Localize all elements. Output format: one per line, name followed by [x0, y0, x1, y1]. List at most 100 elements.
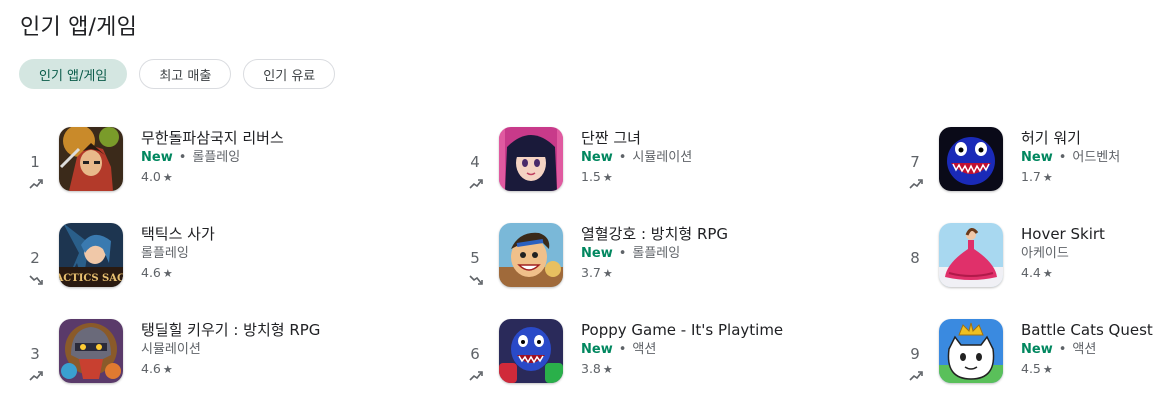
rating-value: 3.8 [581, 361, 601, 376]
app-category: 아케이드 [1021, 246, 1069, 261]
rating-value: 3.7 [581, 265, 601, 280]
rank-number: 8 [910, 249, 920, 267]
separator-dot: • [618, 342, 627, 357]
rank-number: 6 [470, 345, 480, 363]
app-name[interactable]: 택틱스 사가 [141, 224, 215, 244]
app-meta: New • 롤플레잉 [141, 148, 284, 168]
app-category: 시뮬레이션 [632, 150, 693, 165]
app-name[interactable]: 열혈강호 : 방치형 RPG [581, 224, 728, 244]
app-category: 롤플레잉 [192, 150, 241, 165]
rating-value: 4.4 [1021, 265, 1041, 280]
app-category: 액션 [1072, 342, 1097, 357]
new-badge: New [581, 342, 613, 357]
rating-value: 4.6 [141, 265, 161, 280]
skirt-girl-icon[interactable] [939, 223, 1003, 287]
trending-down-icon [469, 271, 483, 285]
star-icon: ★ [602, 267, 613, 280]
rating-value: 4.6 [141, 361, 161, 376]
star-icon: ★ [162, 363, 173, 376]
trending-up-icon [469, 175, 483, 189]
app-meta: New • 롤플레잉 [581, 244, 728, 264]
rating-value: 4.0 [141, 169, 161, 184]
rank-number: 2 [30, 249, 40, 267]
new-badge: New [141, 150, 173, 165]
app-name[interactable]: 무한돌파삼국지 리버스 [141, 128, 284, 148]
app-name[interactable]: Poppy Game - It's Playtime [581, 320, 783, 340]
app-rating: 1.7 ★ [1021, 168, 1120, 186]
trending-up-icon [909, 175, 923, 189]
app-list-item[interactable]: 2 TACTICS SAGA 택틱스 사가 롤플레잉 4.6★ [20, 223, 350, 295]
rank-number: 3 [30, 345, 40, 363]
blue-monster-icon[interactable] [499, 319, 563, 383]
app-name[interactable]: 단짠 그녀 [581, 128, 692, 148]
app-list-item[interactable]: 3 탱딜힐 키우기 : 방치형 RPG 시뮬레이션 4.6 ★ [20, 319, 350, 391]
star-icon: ★ [1042, 363, 1053, 376]
rank-number: 9 [910, 345, 920, 363]
star-icon: ★ [1042, 171, 1053, 184]
new-badge: New [581, 150, 613, 165]
app-list-item[interactable]: 8 Hover Skirt 아케이드 4.4 ★ [900, 223, 1155, 295]
separator-dot: • [1058, 150, 1067, 165]
trending-up-icon [29, 367, 43, 381]
app-meta: New • 어드벤처 [1021, 148, 1120, 168]
chip-top-paid[interactable]: 인기 유료 [243, 59, 336, 89]
app-meta: New • 액션 [1021, 340, 1153, 360]
huggy-wuggy-icon[interactable] [939, 127, 1003, 191]
rank-number: 4 [470, 153, 480, 171]
star-icon: ★ [602, 171, 613, 184]
new-badge: New [581, 246, 613, 261]
star-icon: ★ [1042, 267, 1053, 280]
app-rating: 4.5 ★ [1021, 360, 1153, 378]
star-icon: ★ [602, 363, 613, 376]
rank-number: 1 [30, 153, 40, 171]
page-title: 인기 앱/게임 [20, 15, 138, 40]
separator-dot: • [618, 246, 627, 261]
tactics-saga-icon[interactable]: TACTICS SAGA [59, 223, 123, 287]
separator-dot: • [618, 150, 627, 165]
app-meta: 시뮬레이션 [141, 340, 320, 360]
app-list-item[interactable]: 1 무한돌파삼국지 리버스 New • 롤플레잉 4.0 ★ [20, 127, 350, 199]
anime-girl-icon[interactable] [499, 127, 563, 191]
filter-chips: 인기 앱/게임 최고 매출 인기 유료 [19, 59, 336, 89]
new-badge: New [1021, 342, 1053, 357]
app-category: 롤플레잉 [632, 246, 681, 261]
app-list-item[interactable]: 4 단짠 그녀 New • 시뮬레이션 1.5 ★ [460, 127, 790, 199]
app-name[interactable]: 탱딜힐 키우기 : 방치형 RPG [141, 320, 320, 340]
app-rating: 3.8 ★ [581, 360, 783, 378]
app-meta: New • 액션 [581, 340, 783, 360]
app-list-item[interactable]: 5 열혈강호 : 방치형 RPG New • 롤플레잉 3.7 ★ [460, 223, 790, 295]
app-rating: 4.4 ★ [1021, 264, 1105, 282]
knight-helmet-icon[interactable] [59, 319, 123, 383]
app-name[interactable]: 허기 워기 [1021, 128, 1120, 148]
battle-cat-icon[interactable] [939, 319, 1003, 383]
app-name[interactable]: Battle Cats Quest [1021, 320, 1153, 340]
rating-value: 1.5 [581, 169, 601, 184]
new-badge: New [1021, 150, 1053, 165]
app-category: 롤플레잉 [141, 246, 189, 261]
app-rating: 4.6 ★ [141, 264, 215, 282]
app-category: 액션 [632, 342, 657, 357]
app-list-item[interactable]: 9 Battle Cats Quest New • 액션 4.5 ★ [900, 319, 1155, 391]
app-meta: 롤플레잉 [141, 244, 215, 264]
app-list-item[interactable]: 7 허기 워기 New • 어드벤처 1.7 ★ [900, 127, 1155, 199]
separator-dot: • [1058, 342, 1067, 357]
rank-number: 7 [910, 153, 920, 171]
svg-text:TACTICS SAGA: TACTICS SAGA [59, 273, 123, 284]
app-meta: New • 시뮬레이션 [581, 148, 692, 168]
app-rating: 4.0 ★ [141, 168, 284, 186]
app-name[interactable]: Hover Skirt [1021, 224, 1105, 244]
app-list-item[interactable]: 6 Poppy Game - It's Playtime New • 액션 3.8 ★ [460, 319, 790, 391]
martial-hero-icon[interactable] [499, 223, 563, 287]
app-category: 시뮬레이션 [141, 342, 201, 357]
star-icon: ★ [162, 267, 173, 280]
app-rating: 3.7 ★ [581, 264, 728, 282]
app-meta: 아케이드 [1021, 244, 1105, 264]
chip-top-free[interactable]: 인기 앱/게임 [19, 59, 128, 89]
trending-up-icon [909, 367, 923, 381]
app-rating: 1.5 ★ [581, 168, 692, 186]
star-icon: ★ [162, 171, 173, 184]
trending-up-icon [29, 175, 43, 189]
chip-top-grossing[interactable]: 최고 매출 [139, 59, 232, 89]
rank-number: 5 [470, 249, 480, 267]
rpg-warrior-icon[interactable] [59, 127, 123, 191]
